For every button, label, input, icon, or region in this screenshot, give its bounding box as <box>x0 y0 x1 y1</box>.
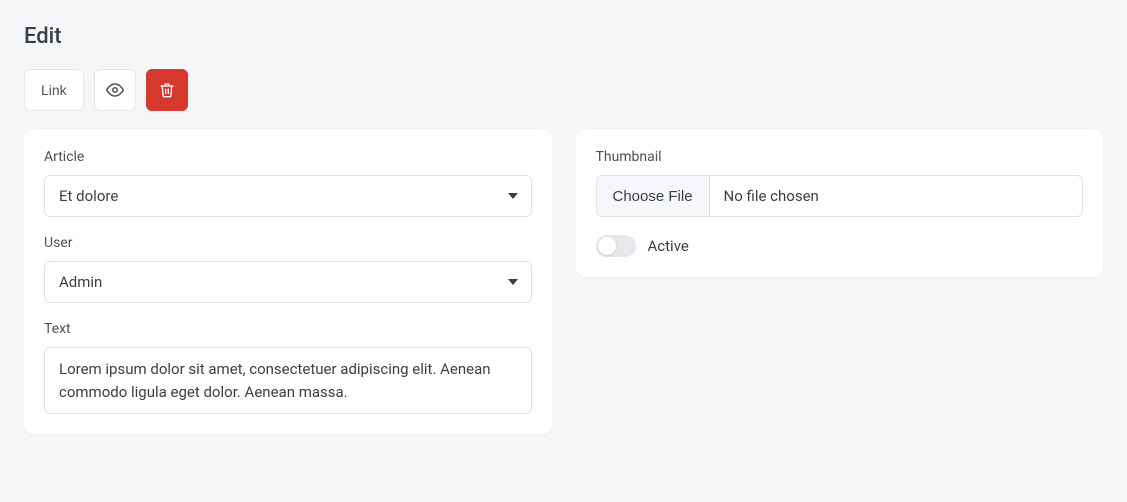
article-label: Article <box>44 149 532 165</box>
file-status: No file chosen <box>710 176 833 216</box>
link-button[interactable]: Link <box>24 69 84 111</box>
thumbnail-field: Thumbnail Choose File No file chosen <box>596 149 1084 217</box>
delete-button[interactable] <box>146 69 188 111</box>
thumbnail-file-input[interactable]: Choose File No file chosen <box>596 175 1084 217</box>
toolbar: Link <box>24 69 1103 111</box>
page-title: Edit <box>24 24 1103 49</box>
text-field: Text Lorem ipsum dolor sit amet, consect… <box>44 321 532 414</box>
trash-icon <box>159 82 175 98</box>
choose-file-button[interactable]: Choose File <box>597 176 710 216</box>
user-label: User <box>44 235 532 251</box>
active-toggle[interactable] <box>596 235 636 257</box>
user-field: User Admin <box>44 235 532 303</box>
eye-icon <box>106 81 124 99</box>
thumbnail-label: Thumbnail <box>596 149 1084 165</box>
user-select[interactable]: Admin <box>44 261 532 303</box>
right-card: Thumbnail Choose File No file chosen Act… <box>576 129 1104 277</box>
text-input[interactable]: Lorem ipsum dolor sit amet, consectetuer… <box>44 347 532 414</box>
active-label: Active <box>648 237 689 255</box>
article-select[interactable]: Et dolore <box>44 175 532 217</box>
left-column: Article Et dolore User Admin <box>24 129 552 434</box>
article-field: Article Et dolore <box>44 149 532 217</box>
left-card: Article Et dolore User Admin <box>24 129 552 434</box>
toggle-knob <box>598 237 616 255</box>
active-field: Active <box>596 235 1084 257</box>
right-column: Thumbnail Choose File No file chosen Act… <box>576 129 1104 277</box>
form-row: Article Et dolore User Admin <box>24 129 1103 434</box>
article-value: Et dolore <box>44 175 532 217</box>
text-label: Text <box>44 321 532 337</box>
view-button[interactable] <box>94 69 136 111</box>
user-value: Admin <box>44 261 532 303</box>
